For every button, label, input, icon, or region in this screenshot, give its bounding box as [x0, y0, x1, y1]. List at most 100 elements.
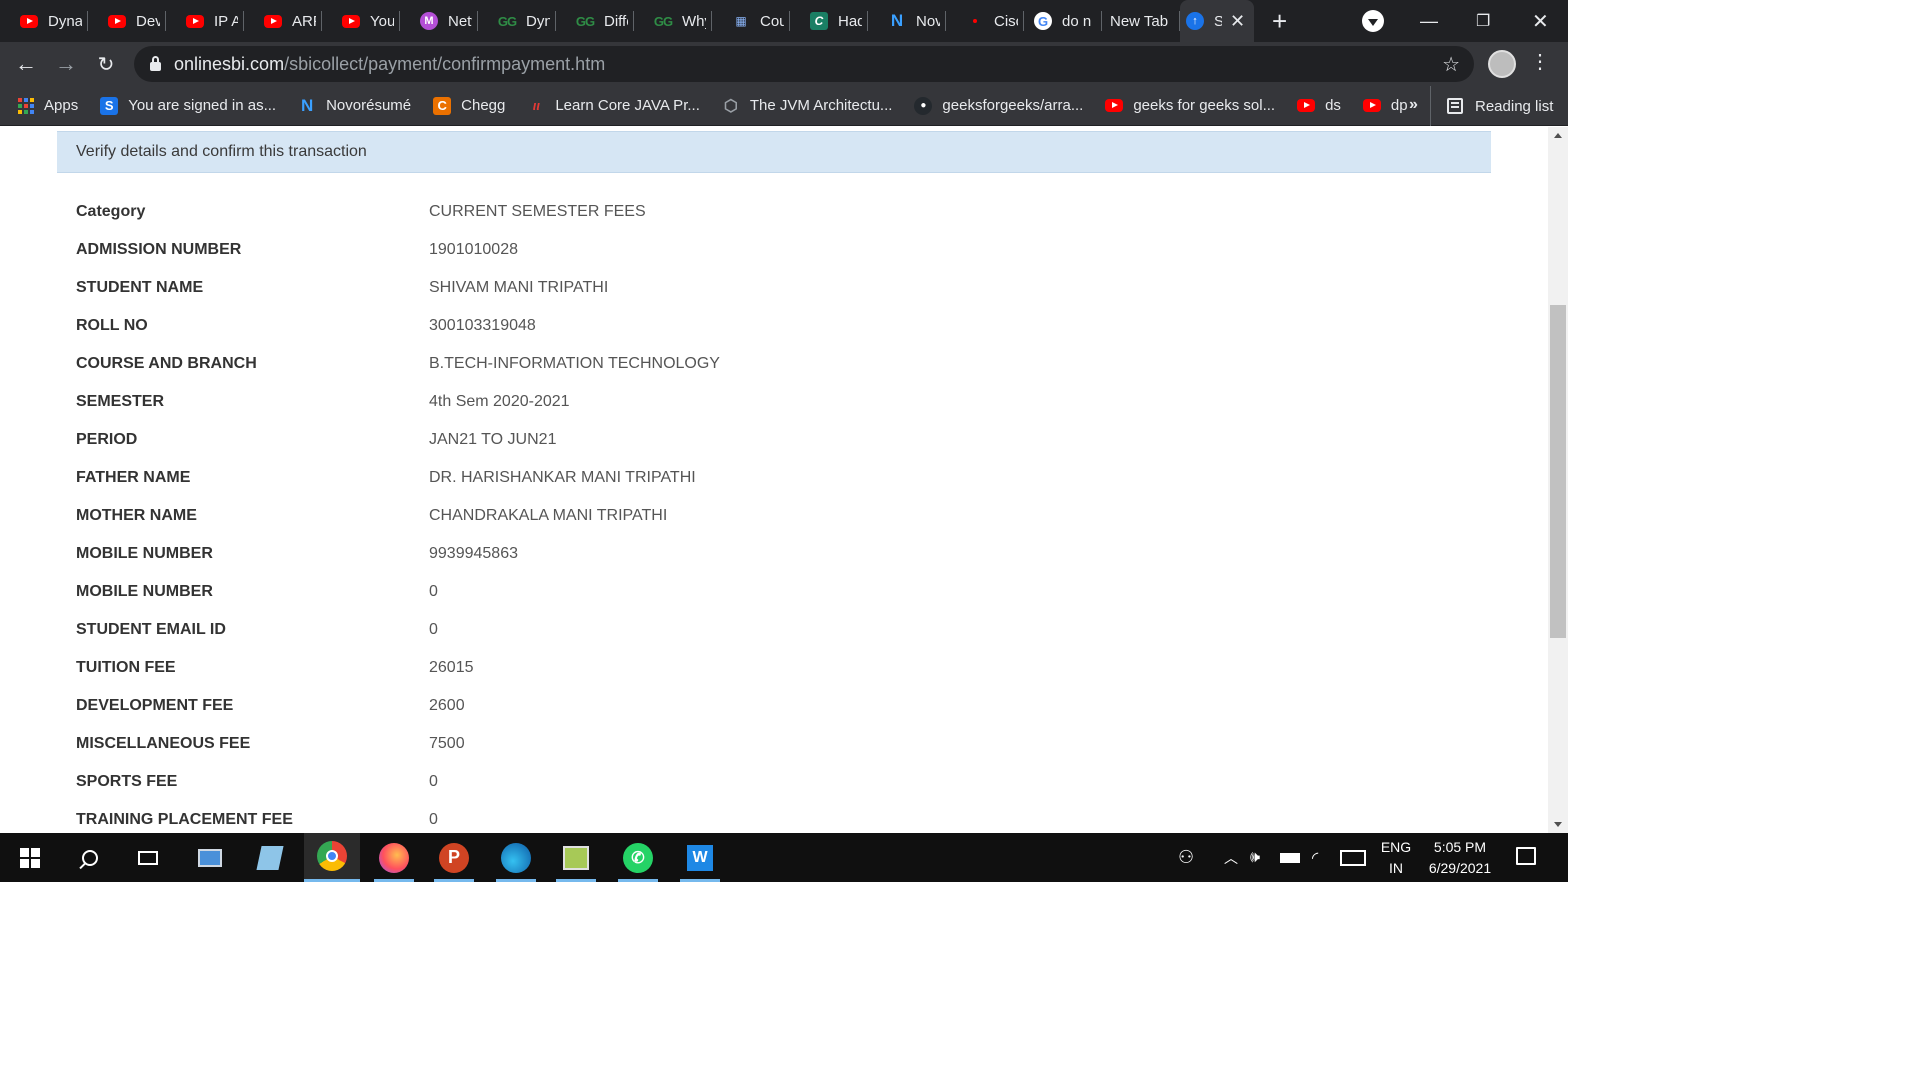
- forward-arrow-icon[interactable]: →: [46, 51, 86, 77]
- tab-title: Nov: [916, 12, 940, 30]
- bookmark-learn-java[interactable]: ιι Learn Core JAVA Pr...: [527, 97, 700, 115]
- tab-6[interactable]: GG Dyna: [478, 0, 556, 42]
- profile-avatar[interactable]: [1488, 50, 1516, 78]
- powerpoint-icon: P: [439, 842, 469, 873]
- row-value: 300103319048: [429, 317, 536, 334]
- bookmark-dp[interactable]: dp: [1362, 97, 1408, 115]
- bookmark-github[interactable]: ● geeksforgeeks/arra...: [914, 96, 1084, 115]
- tab-title: IP Ac: [214, 12, 238, 30]
- wifi-icon[interactable]: ◜: [1312, 833, 1318, 882]
- page-scrollbar[interactable]: [1548, 127, 1568, 833]
- volume-icon[interactable]: 🕪: [1250, 833, 1260, 882]
- tab-title: Netw: [448, 12, 472, 30]
- bookmark-label: Novorésumé: [326, 97, 412, 114]
- start-button[interactable]: [2, 833, 58, 882]
- notification-center-icon[interactable]: [1516, 847, 1536, 865]
- close-tab-icon[interactable]: ✕: [1230, 11, 1245, 32]
- browser-tab-strip: Dyna DevC IP Ac ARP YouT M Netw GG Dyna …: [0, 0, 1568, 42]
- tab-0[interactable]: Dyna: [0, 0, 88, 42]
- back-arrow-icon[interactable]: ←: [6, 51, 46, 77]
- whatsapp-button[interactable]: ✆: [610, 833, 666, 882]
- tab-2[interactable]: IP Ac: [166, 0, 244, 42]
- tab-search-icon[interactable]: [1362, 10, 1384, 32]
- bookmark-novoresume[interactable]: N Novorésumé: [298, 95, 412, 115]
- scroll-down-arrow-icon[interactable]: [1554, 822, 1562, 827]
- people-icon[interactable]: ⚇: [1178, 833, 1194, 882]
- geeksforgeeks-icon: GG: [497, 13, 517, 29]
- url-path: /sbicollect/payment/confirmpayment.htm: [284, 53, 606, 74]
- youtube-icon: [1362, 97, 1381, 115]
- table-row: SEMESTER 4th Sem 2020-2021: [76, 383, 720, 421]
- row-value: 9939945863: [429, 545, 518, 562]
- row-label: MOBILE NUMBER: [76, 545, 213, 562]
- bookmark-label: You are signed in as...: [128, 97, 277, 114]
- s-icon: S: [100, 96, 119, 115]
- tab-7[interactable]: GG Diffe: [556, 0, 634, 42]
- novoresume-icon: N: [300, 95, 314, 115]
- reading-list-button[interactable]: Reading list: [1430, 86, 1553, 126]
- learn-icon: ιι: [532, 98, 540, 113]
- row-value: 0: [429, 773, 438, 790]
- more-bookmarks-button[interactable]: »: [1409, 96, 1418, 114]
- close-window-icon[interactable]: ✕: [1532, 0, 1549, 42]
- bookmark-chegg[interactable]: C Chegg: [433, 96, 505, 115]
- bookmark-signed-in[interactable]: S You are signed in as...: [100, 96, 277, 115]
- firefox-icon: [379, 842, 409, 873]
- screenshot-tool-button[interactable]: [548, 833, 604, 882]
- system-clock[interactable]: 5:05 PM 6/29/2021: [1420, 837, 1500, 879]
- tab-5[interactable]: M Netw: [400, 0, 478, 42]
- battery-icon[interactable]: [1280, 833, 1300, 882]
- tab-1[interactable]: DevC: [88, 0, 166, 42]
- edge-button[interactable]: [488, 833, 544, 882]
- tab-8[interactable]: GG Why: [634, 0, 712, 42]
- tab-title: do n: [1062, 12, 1092, 30]
- scroll-up-arrow-icon[interactable]: [1554, 133, 1562, 138]
- show-hidden-icons-chevron-icon[interactable]: ︿: [1224, 833, 1238, 882]
- chrome-button[interactable]: [304, 833, 360, 882]
- reload-icon[interactable]: ↻: [86, 52, 126, 77]
- new-tab-button[interactable]: +: [1272, 8, 1287, 34]
- powerpoint-button[interactable]: P: [426, 833, 482, 882]
- table-row: PERIOD JAN21 TO JUN21: [76, 421, 720, 459]
- word-button[interactable]: W: [672, 833, 728, 882]
- tab-10[interactable]: C Hadc: [790, 0, 868, 42]
- input-language-indicator[interactable]: ENG IN: [1378, 837, 1414, 879]
- tab-15-active[interactable]: ↑ S ✕: [1180, 0, 1254, 42]
- row-label: SPORTS FEE: [76, 773, 178, 790]
- tab-13[interactable]: G do n: [1024, 0, 1102, 42]
- table-row: MOBILE NUMBER 9939945863: [76, 535, 720, 573]
- tab-11[interactable]: N Nov: [868, 0, 946, 42]
- tab-14[interactable]: New Tab: [1102, 0, 1180, 42]
- search-button[interactable]: [62, 833, 118, 882]
- lock-icon[interactable]: [150, 56, 161, 71]
- keyboard-icon[interactable]: [1340, 833, 1366, 882]
- tab-12[interactable]: Cisco: [946, 0, 1024, 42]
- notepad-button[interactable]: [242, 833, 298, 882]
- bookmark-label: geeksforgeeks/arra...: [942, 97, 1084, 114]
- address-bar[interactable]: onlinesbi.com/sbicollect/payment/confirm…: [134, 46, 1474, 82]
- bookmark-jvm[interactable]: ⬡ The JVM Architectu...: [722, 97, 893, 115]
- minimize-icon[interactable]: —: [1420, 0, 1438, 42]
- scrollbar-thumb[interactable]: [1550, 305, 1566, 638]
- more-menu-icon[interactable]: ⋮: [1530, 52, 1550, 72]
- row-value: SHIVAM MANI TRIPATHI: [429, 279, 609, 296]
- restore-icon[interactable]: ❐: [1476, 0, 1490, 42]
- tab-4[interactable]: YouT: [322, 0, 400, 42]
- firefox-button[interactable]: [366, 833, 422, 882]
- row-value: B.TECH-INFORMATION TECHNOLOGY: [429, 355, 720, 372]
- row-label: PERIOD: [76, 431, 138, 448]
- bookmark-apps[interactable]: Apps: [18, 97, 78, 114]
- row-value: 1901010028: [429, 241, 518, 258]
- task-view-button[interactable]: [120, 833, 176, 882]
- row-label: STUDENT EMAIL ID: [76, 621, 226, 638]
- bookmark-ds[interactable]: ds: [1297, 97, 1341, 115]
- details-table: Category CURRENT SEMESTER FEES ADMISSION …: [76, 193, 720, 833]
- file-explorer-button[interactable]: [182, 833, 238, 882]
- bookmark-geeks-solutions[interactable]: geeks for geeks sol...: [1105, 97, 1275, 115]
- row-value: 2600: [429, 697, 465, 714]
- screenshot-tool-icon: [563, 845, 589, 870]
- tab-3[interactable]: ARP: [244, 0, 322, 42]
- tab-9[interactable]: ▦ Cour: [712, 0, 790, 42]
- bookmark-star-icon[interactable]: ☆: [1442, 52, 1460, 77]
- youtube-icon: [342, 12, 360, 30]
